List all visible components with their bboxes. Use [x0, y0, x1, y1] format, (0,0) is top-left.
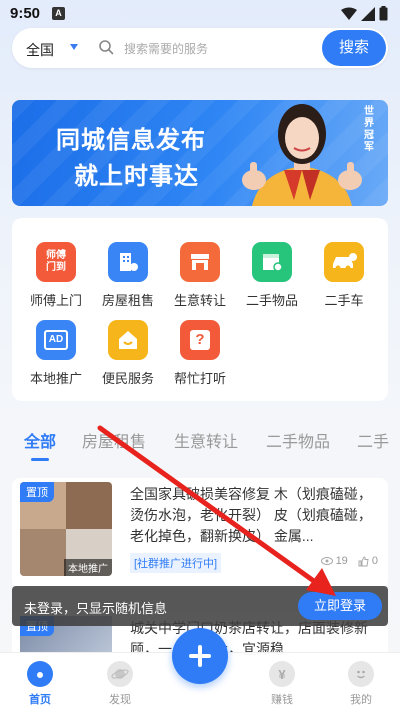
nav-profile[interactable]: 我的 — [331, 661, 391, 707]
promo-banner[interactable]: 同城信息发布 就上时事达 世界冠军 — [12, 100, 388, 206]
service-label: 师傅上门 — [29, 293, 82, 308]
tab-housing[interactable]: 房屋租售 — [82, 428, 146, 452]
banner-subtitle: 就上时事达 — [74, 163, 199, 190]
box-icon — [252, 242, 292, 282]
thumb-up-icon — [358, 556, 369, 567]
shop-icon — [180, 242, 220, 282]
listing-thumbnail: 置顶 本地推广 — [20, 482, 112, 576]
smile-icon — [348, 661, 374, 687]
listing-stats: 19 0 — [320, 555, 378, 567]
question-icon: ? — [180, 320, 220, 360]
nav-label: 发现 — [109, 694, 131, 706]
login-message: 未登录，只显示随机信息 — [24, 601, 168, 616]
tab-secondhand[interactable]: 二手物品 — [266, 428, 330, 452]
likes-count[interactable]: 0 — [358, 555, 378, 567]
nav-earn[interactable]: ¥ 赚钱 — [252, 661, 312, 707]
service-convenience[interactable]: 便民服务 — [93, 320, 163, 387]
status-icons — [341, 6, 388, 21]
category-tabs: 全部 房屋租售 生意转让 二手物品 二手 — [0, 428, 400, 460]
service-local-promotion[interactable]: AD 本地推广 — [21, 320, 91, 387]
car-icon — [324, 242, 364, 282]
nav-label: 赚钱 — [271, 694, 293, 706]
wifi-icon — [341, 7, 357, 20]
promotion-status: [社群推广进行中] — [130, 553, 222, 573]
search-bar: 全国 搜索需要的服务 搜索 — [12, 28, 388, 68]
home-icon — [27, 661, 53, 687]
promotion-tag: 本地推广 — [64, 559, 112, 576]
service-secondhand-goods[interactable]: 二手物品 — [237, 242, 307, 309]
ad-icon: AD — [36, 320, 76, 360]
service-housing[interactable]: 房屋租售 — [93, 242, 163, 309]
tab-all[interactable]: 全部 — [24, 428, 56, 452]
service-used-car[interactable]: 二手车 — [309, 242, 379, 309]
listing-description: 全国家具破损美容修复 木（划痕磕碰，烫伤水泡，老化开裂） 皮（划痕磕碰，老化掉色… — [130, 486, 372, 544]
status-time: 9:50 — [10, 5, 41, 22]
building-icon — [108, 242, 148, 282]
planet-icon — [107, 661, 133, 687]
views-count: 19 — [320, 555, 348, 567]
service-label: 便民服务 — [101, 371, 154, 386]
status-bar: 9:50 A — [0, 0, 400, 28]
service-label: 房屋租售 — [101, 293, 154, 308]
nav-label: 我的 — [350, 694, 372, 706]
service-business-transfer[interactable]: 生意转让 — [165, 242, 235, 309]
pinned-badge: 置顶 — [20, 482, 54, 502]
banner-title: 同城信息发布 — [56, 127, 206, 154]
service-label: 生意转让 — [173, 293, 226, 308]
service-label: 本地推广 — [29, 371, 82, 386]
banner-spokesperson-image — [242, 104, 362, 206]
caret-down-icon[interactable] — [70, 44, 78, 50]
tab-indicator — [31, 458, 49, 461]
nav-label: 首页 — [29, 694, 51, 706]
service-worker[interactable]: 师傅门到 师傅上门 — [21, 242, 91, 309]
eye-icon — [320, 557, 333, 566]
banner-seal-text: 世界冠军 — [364, 106, 374, 153]
worker-icon: 师傅门到 — [36, 242, 76, 282]
nav-home[interactable]: 首页 — [10, 661, 70, 707]
login-button[interactable]: 立即登录 — [298, 592, 382, 620]
service-label: 帮忙打听 — [173, 371, 226, 386]
search-button[interactable]: 搜索 — [322, 30, 386, 66]
search-icon — [99, 40, 114, 55]
service-label: 二手物品 — [245, 293, 298, 308]
nav-discover[interactable]: 发现 — [90, 661, 150, 707]
post-button[interactable] — [172, 628, 228, 684]
list-item[interactable]: 置顶 本地推广 全国家具破损美容修复 木（划痕磕碰，烫伤水泡，老化开裂） 皮（划… — [12, 478, 388, 588]
yuan-icon: ¥ — [269, 661, 295, 687]
battery-icon — [379, 6, 388, 21]
login-toast: 未登录，只显示随机信息 立即登录 — [12, 586, 388, 626]
tab-business[interactable]: 生意转让 — [174, 428, 238, 452]
notification-icon: A — [52, 7, 65, 20]
region-selector[interactable]: 全国 — [26, 40, 54, 60]
service-inquiry[interactable]: ? 帮忙打听 — [165, 320, 235, 387]
service-label: 二手车 — [324, 293, 364, 308]
search-input[interactable]: 搜索需要的服务 — [124, 40, 208, 57]
tab-secondhand-car[interactable]: 二手 — [357, 428, 389, 452]
plus-icon — [189, 645, 211, 667]
signal-icon — [361, 6, 375, 21]
service-grid: 师傅门到 师傅上门 房屋租售 生意转让 二手物品 二手车 AD 本地推广 便民服… — [12, 218, 388, 401]
smile-house-icon — [108, 320, 148, 360]
